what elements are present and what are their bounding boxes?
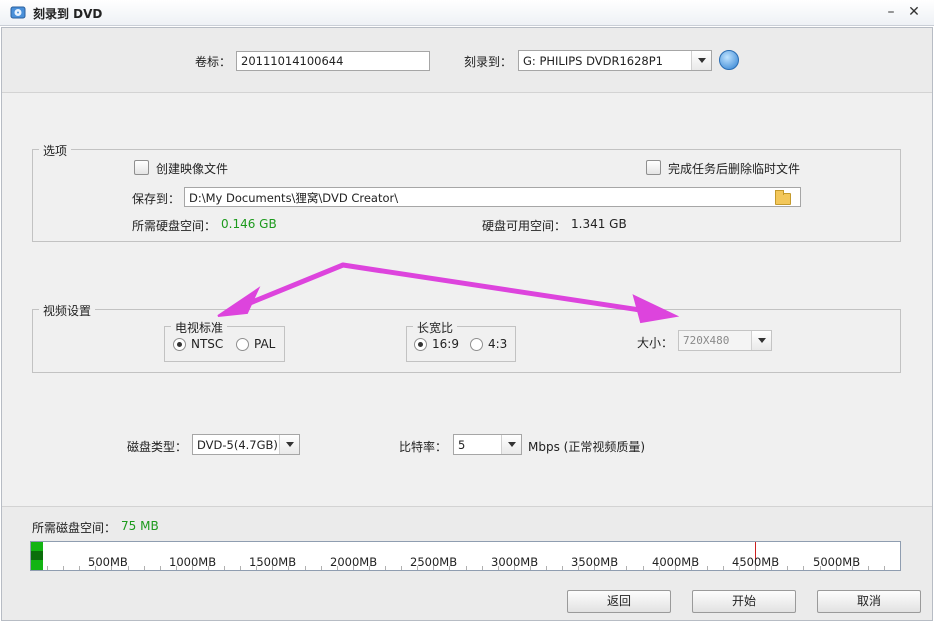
chevron-down-icon[interactable] bbox=[691, 51, 711, 70]
aspect-16-9-label: 16:9 bbox=[432, 337, 459, 351]
delete-temp-checkbox[interactable] bbox=[646, 160, 661, 175]
scale-tick bbox=[868, 566, 869, 570]
disc-type-label: 磁盘类型： bbox=[127, 440, 188, 454]
chevron-down-icon[interactable] bbox=[279, 435, 299, 454]
scale-tick-label: 2000MB bbox=[330, 555, 378, 569]
pal-label: PAL bbox=[254, 337, 276, 351]
ntsc-radio[interactable] bbox=[173, 338, 186, 351]
scale-tick bbox=[707, 566, 708, 570]
create-image-checkbox[interactable] bbox=[134, 160, 149, 175]
volume-label: 卷标： bbox=[195, 55, 232, 69]
pal-radio[interactable] bbox=[236, 338, 249, 351]
scale-tick-label: 5000MB bbox=[813, 555, 861, 569]
scale-tick-label: 2500MB bbox=[410, 555, 458, 569]
tv-standard-title: 电视标准 bbox=[171, 319, 228, 336]
dvd-app-icon bbox=[10, 6, 26, 19]
size-value: 720X480 bbox=[683, 334, 730, 347]
bitrate-value: 5 bbox=[458, 438, 466, 452]
required-disc-space-label: 所需磁盘空间： bbox=[32, 521, 117, 535]
scale-tick bbox=[466, 566, 467, 570]
scale-tick bbox=[884, 566, 885, 570]
scale-tick bbox=[482, 566, 483, 570]
scale-tick-label: 500MB bbox=[88, 555, 128, 569]
scale-tick bbox=[723, 566, 724, 570]
cancel-button[interactable]: 取消 bbox=[817, 590, 921, 613]
window-title: 刻录到 DVD bbox=[33, 7, 103, 21]
available-space-label: 硬盘可用空间： bbox=[482, 219, 567, 233]
burn-to-drive-value: G: PHILIPS DVDR1628P1 bbox=[523, 54, 663, 68]
refresh-icon[interactable] bbox=[719, 50, 739, 70]
back-button[interactable]: 返回 bbox=[567, 590, 671, 613]
scale-tick bbox=[128, 566, 129, 570]
burn-to-label: 刻录到： bbox=[464, 55, 513, 69]
scale-tick-label: 4500MB bbox=[732, 555, 780, 569]
minimize-icon[interactable]: – bbox=[882, 3, 900, 21]
chevron-down-icon[interactable] bbox=[501, 435, 521, 454]
scale-tick bbox=[385, 566, 386, 570]
scale-tick-label: 4000MB bbox=[652, 555, 700, 569]
scale-tick-label: 3000MB bbox=[491, 555, 539, 569]
scale-tick bbox=[160, 566, 161, 570]
size-select[interactable]: 720X480 bbox=[678, 330, 772, 351]
scale-tick bbox=[626, 566, 627, 570]
aspect-16-9-radio[interactable] bbox=[414, 338, 427, 351]
scale-tick bbox=[224, 566, 225, 570]
size-label: 大小： bbox=[637, 336, 674, 350]
scale-tick bbox=[546, 566, 547, 570]
delete-temp-label: 完成任务后删除临时文件 bbox=[668, 162, 801, 176]
title-bar: 刻录到 DVD – ✕ bbox=[0, 0, 934, 26]
ntsc-label: NTSC bbox=[191, 337, 224, 351]
scale-tick bbox=[803, 566, 804, 570]
save-to-path-input[interactable]: D:\My Documents\狸窝\DVD Creator\ bbox=[184, 187, 801, 207]
save-to-label: 保存到： bbox=[132, 192, 181, 206]
disc-type-select[interactable]: DVD-5(4.7GB) bbox=[192, 434, 300, 455]
scale-tick bbox=[321, 566, 322, 570]
scale-tick bbox=[47, 566, 48, 570]
scale-tick-label: 1000MB bbox=[169, 555, 217, 569]
scale-tick bbox=[643, 566, 644, 570]
scale-tick bbox=[63, 566, 64, 570]
bitrate-select[interactable]: 5 bbox=[453, 434, 522, 455]
scale-tick-label: 1500MB bbox=[249, 555, 297, 569]
folder-open-icon[interactable] bbox=[775, 190, 791, 205]
scale-tick bbox=[787, 566, 788, 570]
aspect-4-3-radio[interactable] bbox=[470, 338, 483, 351]
required-disc-space-value: 75 MB bbox=[121, 519, 159, 533]
bitrate-label: 比特率： bbox=[399, 440, 448, 454]
scale-tick bbox=[401, 566, 402, 570]
disc-usage-fill bbox=[31, 542, 43, 570]
scale-tick bbox=[305, 566, 306, 570]
volume-input[interactable]: 20111014100644 bbox=[236, 51, 430, 71]
start-button[interactable]: 开始 bbox=[692, 590, 796, 613]
close-icon[interactable]: ✕ bbox=[905, 3, 923, 21]
scale-tick bbox=[79, 566, 80, 570]
disc-type-value: DVD-5(4.7GB) bbox=[197, 438, 278, 452]
scale-tick bbox=[240, 566, 241, 570]
video-settings-group-title: 视频设置 bbox=[39, 302, 96, 319]
scale-tick-label: 3500MB bbox=[571, 555, 619, 569]
burn-to-drive-select[interactable]: G: PHILIPS DVDR1628P1 bbox=[518, 50, 712, 71]
required-space-value: 0.146 GB bbox=[221, 217, 277, 231]
available-space-value: 1.341 GB bbox=[571, 217, 627, 231]
create-image-label: 创建映像文件 bbox=[156, 162, 229, 176]
scale-tick bbox=[562, 566, 563, 570]
bitrate-unit: Mbps (正常视频质量) bbox=[528, 440, 646, 454]
chevron-down-icon[interactable] bbox=[751, 331, 771, 350]
aspect-ratio-title: 长宽比 bbox=[413, 319, 458, 336]
options-group-title: 选项 bbox=[39, 142, 72, 159]
aspect-4-3-label: 4:3 bbox=[488, 337, 508, 351]
scale-tick bbox=[144, 566, 145, 570]
required-space-label: 所需硬盘空间： bbox=[132, 219, 217, 233]
